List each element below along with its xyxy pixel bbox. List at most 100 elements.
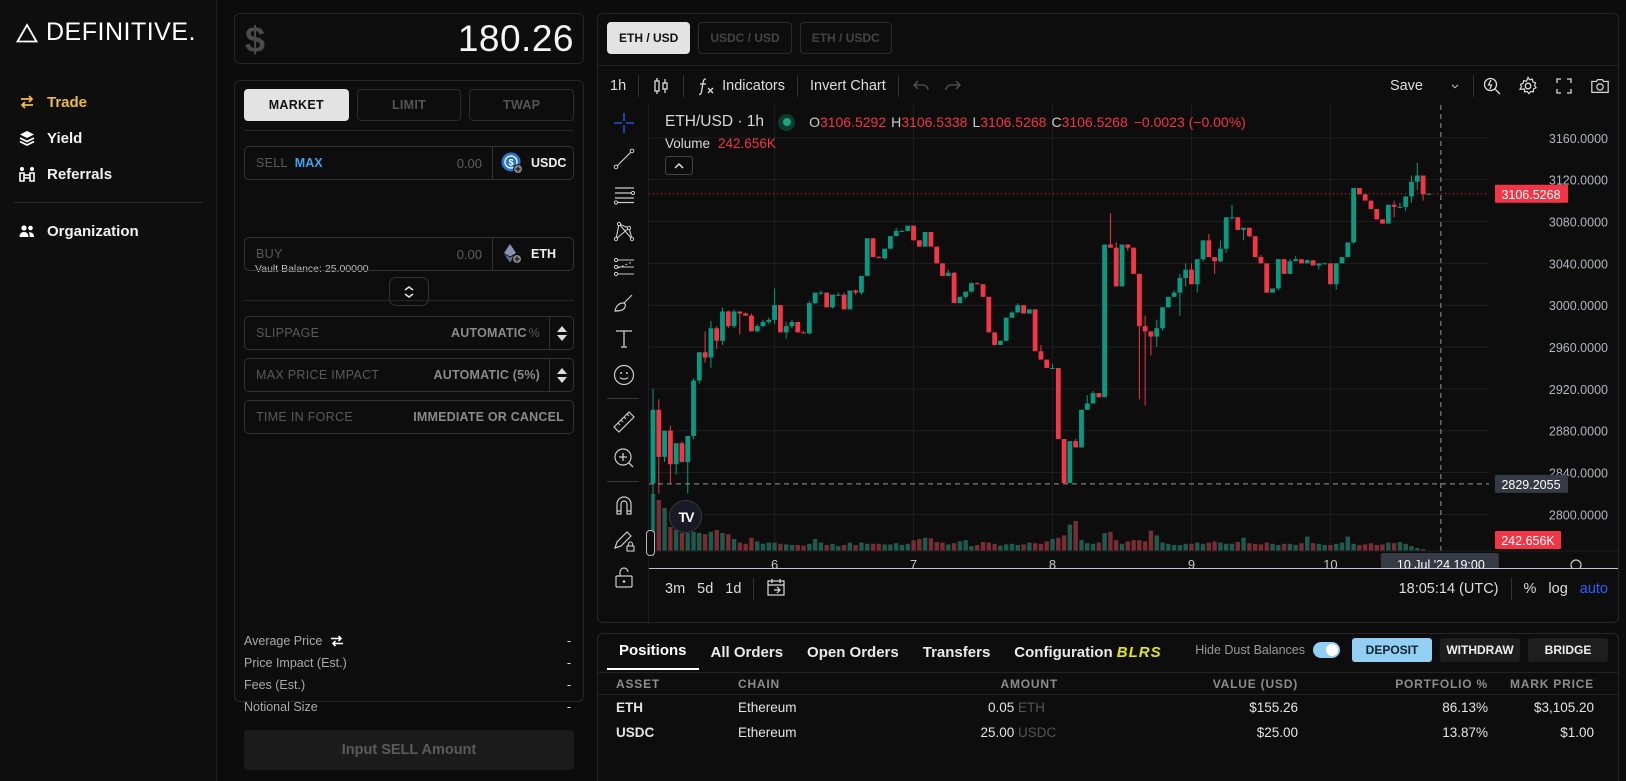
increment-icon[interactable] bbox=[556, 325, 567, 332]
utc-clock[interactable]: 18:05:14 (UTC) bbox=[1393, 581, 1505, 597]
volume-bar bbox=[760, 543, 766, 551]
max-price-impact-value[interactable]: AUTOMATIC (5%) bbox=[434, 368, 550, 382]
increment-icon[interactable] bbox=[556, 367, 567, 374]
save-button[interactable]: Save bbox=[1378, 66, 1473, 105]
toolbar-collapse-handle[interactable] bbox=[646, 530, 655, 556]
table-row[interactable]: USDC Ethereum 25.00 USDC $25.00 13.87% $… bbox=[598, 720, 1618, 745]
tradingview-logo[interactable]: TV bbox=[669, 500, 702, 533]
sell-amount-input[interactable]: 0.00 bbox=[457, 156, 492, 171]
swap-direction-button[interactable] bbox=[389, 277, 429, 306]
legend-h-key: H bbox=[891, 114, 902, 130]
forecast-tool[interactable] bbox=[598, 249, 648, 285]
pattern-tool[interactable] bbox=[598, 213, 648, 249]
deposit-button[interactable]: DEPOSIT bbox=[1352, 638, 1432, 662]
max-button[interactable]: MAX bbox=[295, 156, 323, 170]
tab-positions[interactable]: Positions bbox=[607, 642, 699, 670]
tab-eth-usdc[interactable]: ETH / USDC bbox=[799, 22, 892, 54]
sidebar-item-yield[interactable]: Yield bbox=[0, 120, 217, 156]
volume-bar bbox=[1287, 543, 1293, 551]
stat-notional-size: Notional Size - bbox=[244, 696, 574, 718]
x-tick-label: 7 bbox=[910, 557, 917, 568]
buy-field[interactable]: BUY 0.00 ETH bbox=[244, 237, 574, 271]
volume-bar bbox=[1351, 543, 1356, 551]
buy-token-selector[interactable]: ETH bbox=[492, 238, 573, 270]
table-row[interactable]: ETH Ethereum 0.05 ETH $155.26 86.13% $3,… bbox=[598, 695, 1618, 720]
screenshot-button[interactable] bbox=[1582, 66, 1618, 105]
submit-order-button[interactable]: Input SELL Amount bbox=[244, 730, 574, 770]
candlestick-chart[interactable]: 2800.00002840.00002880.00002920.00002960… bbox=[649, 105, 1620, 568]
sidebar-item-referrals[interactable]: Referrals bbox=[0, 156, 217, 192]
lock-all-tool[interactable] bbox=[598, 559, 648, 595]
range-5d[interactable]: 5d bbox=[691, 581, 719, 597]
redo-button[interactable] bbox=[943, 66, 975, 105]
fullscreen-button[interactable] bbox=[1546, 66, 1582, 105]
chart-type-button[interactable] bbox=[639, 66, 683, 105]
hide-dust-toggle[interactable] bbox=[1313, 642, 1340, 658]
arrows-swap-icon[interactable] bbox=[330, 635, 344, 647]
invert-chart-button[interactable]: Invert Chart bbox=[798, 66, 898, 105]
candle-body bbox=[1304, 260, 1310, 264]
tab-twap[interactable]: TWAP bbox=[469, 89, 575, 121]
tab-configuration[interactable]: Configuration BLRS bbox=[1002, 644, 1161, 670]
tab-limit[interactable]: LIMIT bbox=[356, 89, 462, 121]
max-price-impact-stepper[interactable] bbox=[549, 359, 573, 391]
emoji-tool[interactable] bbox=[598, 357, 648, 393]
volume-bar bbox=[1032, 543, 1038, 551]
trend-line-tool[interactable] bbox=[598, 141, 648, 177]
tab-open-orders[interactable]: Open Orders bbox=[795, 644, 911, 670]
max-price-impact-field[interactable]: MAX PRICE IMPACT AUTOMATIC (5%) bbox=[244, 358, 574, 392]
sell-token-selector[interactable]: $ USDC bbox=[492, 147, 573, 179]
brand-logo[interactable]: DEFINITIVE. bbox=[16, 18, 196, 47]
decrement-icon[interactable] bbox=[556, 334, 567, 341]
log-scale-toggle[interactable]: log bbox=[1542, 581, 1573, 597]
slippage-field[interactable]: SLIPPAGE AUTOMATIC% bbox=[244, 316, 574, 350]
tab-market[interactable]: MARKET bbox=[244, 89, 349, 121]
sidebar-item-organization[interactable]: Organization bbox=[0, 213, 217, 249]
indicators-button[interactable]: Indicators bbox=[684, 66, 797, 105]
tab-eth-usd[interactable]: ETH / USD bbox=[607, 22, 691, 54]
tab-all-orders[interactable]: All Orders bbox=[699, 644, 796, 670]
range-3m[interactable]: 3m bbox=[659, 581, 691, 597]
volume-bar bbox=[1339, 542, 1345, 551]
slippage-stepper[interactable] bbox=[549, 317, 573, 349]
tab-transfers[interactable]: Transfers bbox=[911, 644, 1003, 670]
buy-amount-input[interactable]: 0.00 bbox=[457, 247, 492, 262]
candle-body bbox=[1096, 393, 1102, 398]
fib-tool[interactable] bbox=[598, 177, 648, 213]
auto-scale-toggle[interactable]: auto bbox=[1574, 581, 1614, 597]
tab-usdc-usd[interactable]: USDC / USD bbox=[698, 22, 792, 54]
col-amount[interactable]: AMOUNT bbox=[908, 672, 1058, 695]
collapse-legend-button[interactable] bbox=[665, 156, 693, 175]
percent-scale-toggle[interactable]: % bbox=[1518, 581, 1543, 597]
measure-tool[interactable] bbox=[598, 404, 648, 440]
slippage-value[interactable]: AUTOMATIC% bbox=[451, 326, 549, 340]
col-mark-price[interactable]: MARK PRICE bbox=[1488, 672, 1618, 695]
col-asset[interactable]: ASSET bbox=[598, 672, 738, 695]
crosshair-tool[interactable] bbox=[598, 105, 648, 141]
range-1d[interactable]: 1d bbox=[719, 581, 747, 597]
col-portfolio[interactable]: PORTFOLIO % bbox=[1298, 672, 1488, 695]
go-to-date-button[interactable] bbox=[760, 577, 792, 601]
brush-tool[interactable] bbox=[598, 285, 648, 321]
col-value[interactable]: VALUE (USD) bbox=[1058, 672, 1298, 695]
quick-search-button[interactable] bbox=[1474, 66, 1510, 105]
sell-field[interactable]: SELL MAX 0.00 $ USDC bbox=[244, 146, 574, 180]
bridge-button[interactable]: BRIDGE bbox=[1528, 638, 1608, 662]
lock-drawings-tool[interactable] bbox=[598, 523, 648, 559]
settings-button[interactable] bbox=[1510, 66, 1546, 105]
col-chain[interactable]: CHAIN bbox=[738, 672, 908, 695]
zoom-in-tool[interactable] bbox=[598, 440, 648, 476]
time-in-force-field[interactable]: TIME IN FORCE IMMEDIATE OR CANCEL bbox=[244, 400, 574, 434]
interval-button[interactable]: 1h bbox=[598, 66, 638, 105]
cell-amount: 25.00 USDC bbox=[908, 720, 1058, 745]
buy-token-symbol: ETH bbox=[531, 247, 556, 261]
sidebar-item-trade[interactable]: Trade bbox=[0, 84, 217, 120]
text-tool[interactable] bbox=[598, 321, 648, 357]
decrement-icon[interactable] bbox=[556, 376, 567, 383]
withdraw-button[interactable]: WITHDRAW bbox=[1440, 638, 1520, 662]
stat-fees: Fees (Est.) - bbox=[244, 674, 574, 696]
undo-button[interactable] bbox=[899, 66, 943, 105]
volume-bar bbox=[841, 545, 847, 551]
magnet-tool[interactable] bbox=[598, 487, 648, 523]
time-in-force-value[interactable]: IMMEDIATE OR CANCEL bbox=[413, 410, 573, 424]
